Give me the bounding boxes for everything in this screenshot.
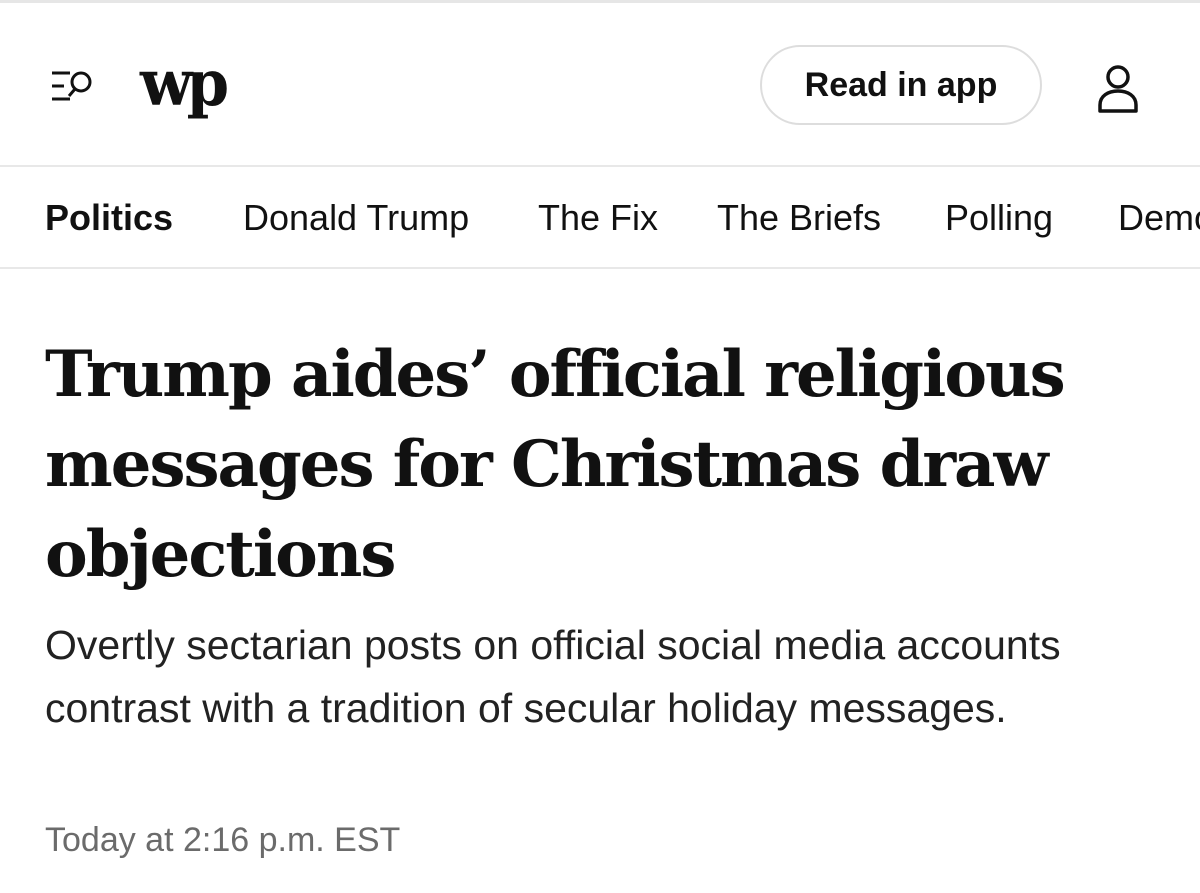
user-icon[interactable] <box>1090 61 1146 117</box>
article-timestamp: Today at 2:16 p.m. EST <box>45 821 401 859</box>
nav-item-the-briefs[interactable]: The Briefs <box>717 197 881 239</box>
section-nav: Politics Donald Trump The Fix The Briefs… <box>0 167 1200 269</box>
menu-search-icon[interactable] <box>48 65 100 109</box>
nav-item-the-fix[interactable]: The Fix <box>538 197 658 239</box>
article-subheadline: Overtly sectarian posts on official soci… <box>45 622 1061 731</box>
nav-item-donald-trump[interactable]: Donald Trump <box>243 197 469 239</box>
washington-post-logo[interactable]: wp <box>140 49 229 129</box>
nav-item-politics[interactable]: Politics <box>45 197 173 239</box>
nav-item-democracy[interactable]: Democracy Dies in Darkness <box>1118 197 1200 239</box>
site-header: wp Read in app <box>0 3 1200 167</box>
article-headline: Trump aides’ official religious messages… <box>45 337 1066 592</box>
read-in-app-button[interactable]: Read in app <box>760 45 1042 125</box>
nav-item-polling[interactable]: Polling <box>945 197 1053 239</box>
